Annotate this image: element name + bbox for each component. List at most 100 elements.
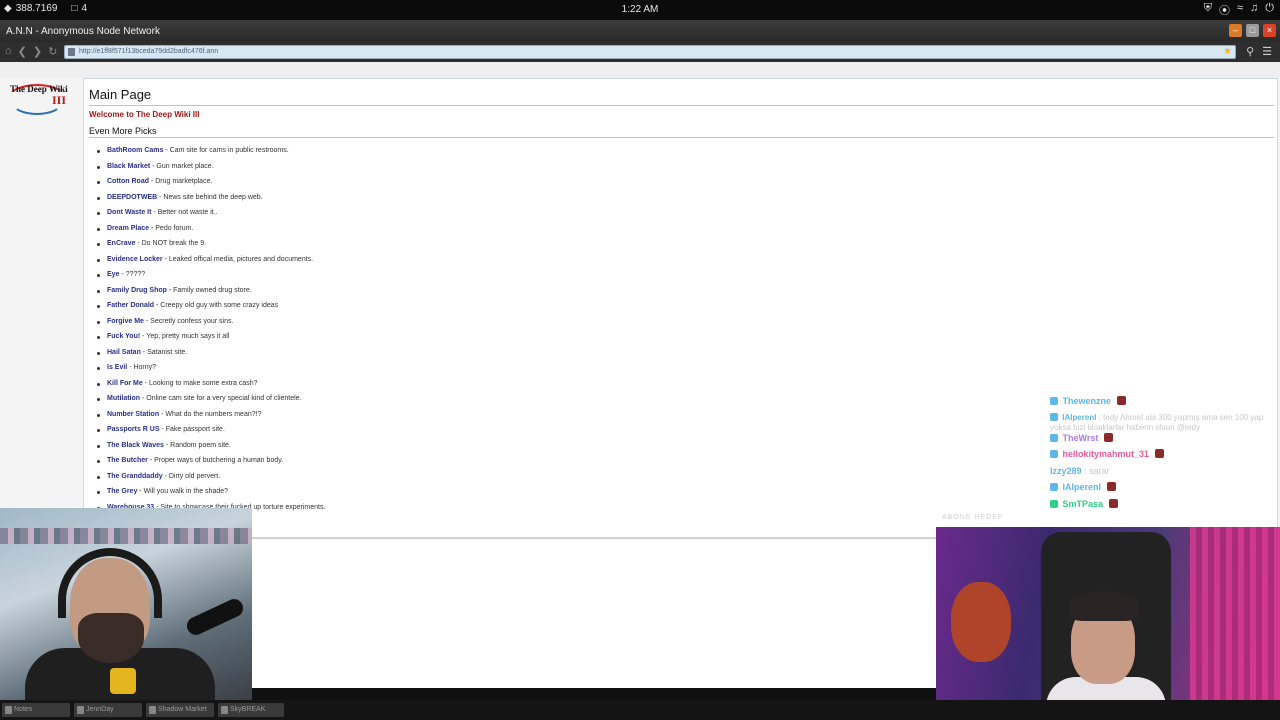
site-description: - Random poem site. [163,441,231,449]
site-link[interactable]: Is Evil [107,364,127,371]
deep-wiki-logo[interactable]: The Deep Wiki III [7,80,69,122]
chat-message: Izzy289 : sarar [1050,466,1280,483]
list-item: The Black Waves - Random poem site. [96,441,325,457]
reload-icon[interactable]: ↻ [48,45,57,58]
list-item: The Granddaddy - Dirty old pervert. [96,472,325,488]
home-icon[interactable]: ⌂ [5,45,12,58]
list-item: Dream Place - Pedo forum. [96,224,325,240]
emote-icon [1154,449,1164,458]
site-description: - Satanist site. [140,348,188,356]
emote-icon [1106,482,1116,491]
site-description: - Leaked offical media, pictures and doc… [162,255,314,263]
site-link[interactable]: Mutilation [107,395,140,402]
minimize-button[interactable]: – [1229,24,1242,37]
site-description: - Yep, pretty much says it all [140,333,230,340]
site-description: - Do NOT break the 9. [135,240,207,247]
chat-username: IAlperenl [1062,412,1097,422]
site-link[interactable]: DEEPDOTWEB [107,194,157,201]
taskbar-label: Notes [14,706,33,713]
site-link[interactable]: Dont Waste It [107,209,151,216]
emote-icon [1116,396,1126,405]
site-description: - News site behind the deep web. [157,193,263,201]
maximize-button[interactable]: □ [1246,24,1259,37]
site-list: BathRoom Cams - Cam site for cams in pub… [96,146,325,518]
chat-badge-icon [1050,433,1058,442]
emote-icon [1103,432,1113,442]
wifi-icon[interactable]: ≈ [1237,2,1243,18]
forward-icon[interactable]: ❯ [33,45,42,58]
volume-icon[interactable]: ♫ [1250,2,1258,18]
taskbar-item-notes[interactable]: Notes [2,703,70,717]
chat-text: : sarar [1084,465,1110,476]
list-item: Black Market - Gun market place. [96,162,325,178]
site-link[interactable]: The Granddaddy [107,473,163,480]
shirt-logo [110,668,136,694]
taskbar-label: JennDay [86,706,114,713]
list-item: EnCrave - Do NOT break the 9. [96,239,325,255]
site-link[interactable]: EnCrave [107,240,135,247]
app-icon [149,706,156,714]
taskbar-item-skybreak[interactable]: SkyBREAK [218,703,284,717]
list-item: BathRoom Cams - Cam site for cams in pub… [96,146,325,162]
site-link[interactable]: Number Station [107,411,159,418]
plush-toy [951,582,1011,662]
site-link[interactable]: Kill For Me [107,380,143,387]
shield-icon[interactable]: ⛨ [1204,2,1212,18]
site-link[interactable]: Dream Place [107,225,149,232]
chat-badge-icon [1050,499,1058,508]
site-description: - Secretly confess your sins. [143,317,234,325]
site-link[interactable]: Forgive Me [107,318,144,325]
site-link[interactable]: Evidence Locker [107,256,163,263]
emote-icon [1108,498,1118,508]
chat-username: hellokitymahmut_31 [1062,449,1150,459]
site-description: - Will you walk in the shade? [137,488,229,495]
site-link[interactable]: Fuck You! [107,333,140,340]
list-item: Is Evil - Horny? [96,363,325,379]
notes-icon [5,706,12,714]
site-link[interactable]: Family Drug Shop [107,287,167,294]
site-description: - Family owned drug store. [166,286,252,294]
chat-message: hellokitymahmut_31 [1050,449,1280,466]
title-divider [89,105,1274,106]
chat-badge-icon [1050,412,1058,421]
site-description: - Drug marketplace. [149,178,213,185]
site-description: - Proper ways of butchering a human body… [147,457,284,464]
desktop-screen: ◆ 388.7169 □ 4 1:22 AM ⛨ ⦿ ≈ ♫ ⏻ A.N.N -… [0,0,1280,720]
list-item: Mutilation - Online cam site for a very … [96,394,325,410]
chat-message: TheWrst [1050,432,1280,450]
site-link[interactable]: Hail Satan [107,349,141,356]
bookmark-star-icon[interactable]: ★ [1223,46,1232,58]
welcome-text: Welcome to The Deep Wiki III [89,110,200,119]
stream-chat-overlay: Thewenzne IAlperenl : tedy Ahmet abi 300… [1050,396,1280,515]
taskbar-item-jennday[interactable]: JennDay [74,703,142,717]
site-link[interactable]: Black Market [107,163,150,170]
back-icon[interactable]: ❮ [18,45,27,58]
app-icon [221,706,228,714]
chat-badge-icon [1050,397,1058,405]
menu-icon[interactable]: ☰ [1262,45,1272,58]
taskbar-item-shadow-market[interactable]: Shadow Market [146,703,214,717]
chat-message: SmTPasa [1050,498,1280,516]
taskbar-label: SkyBREAK [230,706,266,713]
site-link[interactable]: The Black Waves [107,442,164,449]
chat-username: IAlperenl [1062,482,1102,492]
site-description: - Gun market place. [150,162,214,170]
site-link[interactable]: BathRoom Cams [107,147,163,154]
power-icon[interactable]: ⏻ [1265,2,1274,18]
streamer-hair [1069,591,1139,621]
list-item: Forgive Me - Secretly confess your sins. [96,317,325,333]
site-link[interactable]: Cotton Road [107,178,149,185]
site-link[interactable]: The Grey [107,488,137,495]
site-link[interactable]: Father Donald [107,302,154,309]
site-link[interactable]: Passports R US [107,426,160,433]
signal-icon[interactable]: ⦿ [1219,2,1230,18]
address-bar[interactable]: http://e1ff8f571f13bceda79dd2badfc476f.a… [64,45,1236,59]
close-button[interactable]: × [1263,24,1276,37]
site-link[interactable]: The Butcher [107,457,148,464]
list-item: DEEPDOTWEB - News site behind the deep w… [96,193,325,209]
search-icon[interactable]: ⚲ [1246,45,1254,58]
address-url: http://e1ff8f571f13bceda79dd2badfc476f.a… [79,48,219,55]
site-link[interactable]: Eye [107,271,119,278]
taskbar: Notes JennDay Shadow Market SkyBREAK [0,700,1280,720]
page-title: Main Page [89,87,152,102]
